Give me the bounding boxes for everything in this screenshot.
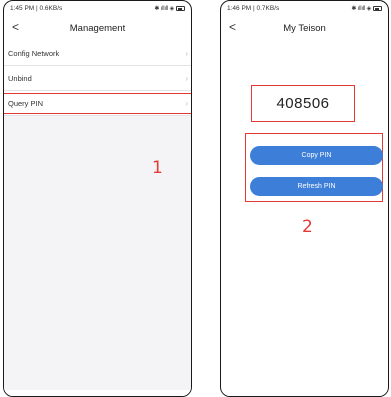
back-arrow-icon[interactable]: <	[229, 20, 236, 34]
menu-item-unbind[interactable]: Unbind ›	[4, 66, 191, 91]
highlight-line-bottom	[4, 113, 191, 114]
page-title: Management	[69, 22, 126, 34]
bottom-bar	[4, 390, 191, 396]
status-icons: ✱ ıllıll ◈	[154, 5, 185, 12]
status-icons: ✱ ıllıll ◈	[351, 5, 382, 12]
menu-list: Config Network › Unbind › Query PIN › 1	[4, 41, 191, 390]
phone-screen-management: 1:45 PM | 0.6KB/s ✱ ıllıll ◈ < Managemen…	[3, 0, 192, 397]
refresh-pin-button[interactable]: Refresh PIN	[250, 177, 383, 196]
pin-display-box: 408506	[251, 85, 355, 122]
bottom-bar	[221, 390, 388, 396]
step-number-2: 2	[302, 217, 313, 237]
status-time: 1:45 PM | 0.6KB/s	[10, 4, 63, 12]
page-title: My Teison	[283, 22, 326, 34]
status-time: 1:46 PM | 0.7KB/s	[227, 4, 280, 12]
step-number-1: 1	[152, 158, 163, 178]
chevron-right-icon: ›	[185, 74, 188, 83]
nav-bar: < My Teison	[221, 17, 388, 39]
battery-icon	[373, 5, 382, 11]
chevron-right-icon: ›	[185, 99, 188, 108]
battery-icon	[176, 5, 185, 11]
signal-icons: ✱ ıllıll ◈	[351, 5, 371, 12]
menu-item-label: Config Network	[8, 48, 60, 58]
chevron-right-icon: ›	[185, 49, 188, 58]
menu-item-label: Unbind	[8, 73, 32, 83]
phone-screen-my-teison: 1:46 PM | 0.7KB/s ✱ ıllıll ◈ < My Teison…	[220, 0, 389, 397]
pin-value: 408506	[276, 95, 330, 112]
pin-actions-highlight: Copy PIN Refresh PIN	[245, 133, 383, 202]
copy-pin-button[interactable]: Copy PIN	[250, 146, 383, 165]
back-arrow-icon[interactable]: <	[12, 20, 19, 34]
nav-bar: < Management	[4, 17, 191, 39]
status-bar: 1:45 PM | 0.6KB/s ✱ ıllıll ◈	[4, 1, 191, 15]
highlight-line-top	[4, 93, 191, 94]
menu-item-config-network[interactable]: Config Network ›	[4, 41, 191, 66]
menu-item-label: Query PIN	[8, 98, 44, 108]
status-bar: 1:46 PM | 0.7KB/s ✱ ıllıll ◈	[221, 1, 388, 15]
signal-icons: ✱ ıllıll ◈	[154, 5, 174, 12]
